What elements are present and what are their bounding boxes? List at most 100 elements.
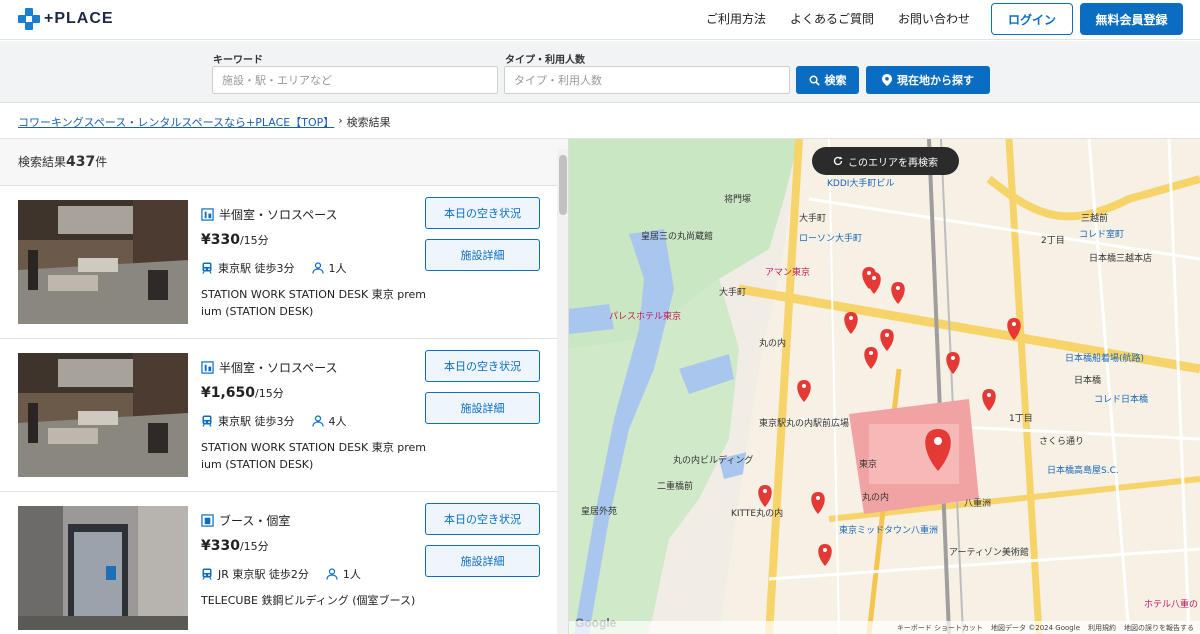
map-label: 大手町 [719, 288, 747, 298]
capacity: 1人 [311, 260, 347, 276]
result-count-suffix: 件 [95, 155, 108, 169]
nav-contact[interactable]: お問い合わせ [898, 10, 970, 27]
capacity-text: 1人 [342, 568, 361, 581]
price-amount: ¥330 [201, 538, 240, 554]
price-unit: /15分 [239, 234, 269, 247]
site-logo[interactable]: +PLACE [18, 8, 114, 30]
capacity-text: 1人 [328, 262, 347, 275]
booth-icon [201, 208, 214, 221]
refresh-icon [833, 156, 843, 166]
space-photo[interactable] [18, 506, 188, 630]
availability-button[interactable]: 本日の空き状況 [425, 350, 540, 382]
breadcrumb-separator: › [338, 114, 343, 127]
map-label: アーティゾン美術館 [949, 548, 1029, 558]
space-name[interactable]: STATION WORK STATION DESK 東京 premium (ST… [201, 439, 426, 473]
space-name[interactable]: STATION WORK STATION DESK 東京 premium (ST… [201, 286, 426, 320]
type-input[interactable]: タイプ・利用人数 [504, 66, 790, 94]
result-card[interactable]: 半個室・ソロスペース ¥1,650/15分 東京駅 徒歩3分 4人 STATIO… [0, 338, 557, 491]
site-header: +PLACE ご利用方法 よくあるご質問 お問い合わせ ログイン 無料会員登録 [0, 0, 1200, 40]
map-label: 三越前 [1081, 214, 1109, 224]
map-label: 東京駅丸の内駅前広場 [759, 419, 850, 429]
map-label: 丸の内 [862, 493, 890, 503]
price-unit: /15分 [239, 540, 269, 553]
space-type-label: 半個室・ソロスペース [219, 208, 338, 222]
search-button-label: 検索 [824, 74, 847, 87]
search-bar: キーワード 施設・駅・エリアなど タイプ・利用人数 タイプ・利用人数 検索 現在… [0, 41, 1200, 103]
price-amount: ¥1,650 [201, 385, 256, 401]
price: ¥1,650/15分 [201, 385, 284, 401]
detail-button[interactable]: 施設詳細 [425, 545, 540, 577]
result-card[interactable]: ブース・個室 ¥330/15分 JR 東京駅 徒歩2分 1人 TELECUBE … [0, 491, 557, 634]
access-info: 東京駅 徒歩3分 4人 [201, 413, 347, 429]
map-data-credit: 地図データ ©2024 Google [991, 623, 1080, 632]
result-card[interactable]: 半個室・ソロスペース ¥330/15分 東京駅 徒歩3分 1人 STATION … [0, 185, 557, 338]
keyword-input[interactable]: 施設・駅・エリアなど [212, 66, 498, 94]
results-scrollbar[interactable] [557, 149, 568, 634]
space-type: ブース・個室 [201, 512, 290, 529]
map-label: さくら通り [1039, 437, 1085, 447]
map-label: 東京ミッドタウン八重洲 [839, 526, 939, 536]
space-photo[interactable] [18, 353, 188, 477]
map[interactable]: このエリアを再検索 大手町 皇居三の丸尚蔵館 ローソン大手町 アマン東京 大手町… [569, 139, 1200, 634]
breadcrumb: コワーキングスペース・レンタルスペースなら+PLACE【TOP】 › 検索結果 [18, 114, 391, 130]
logo-text: +PLACE [44, 10, 114, 27]
map-label: 東京 [859, 460, 878, 470]
result-count: 検索結果437件 [18, 153, 107, 170]
nav-faq[interactable]: よくあるご質問 [790, 10, 874, 27]
person-icon [326, 568, 338, 580]
report-error-link[interactable]: 地図の誤りを報告する [1124, 623, 1194, 633]
keyboard-shortcuts-link[interactable]: キーボード ショートカット [897, 623, 983, 633]
person-icon [311, 415, 324, 427]
train-icon [202, 568, 212, 580]
price-amount: ¥330 [201, 232, 240, 248]
map-label: パレスホテル東京 [609, 312, 682, 322]
map-label: 丸の内ビルディング [673, 456, 754, 466]
booth-icon [201, 361, 214, 374]
map-label: 大手町 [799, 214, 827, 224]
map-label: ホテル八重の [1144, 600, 1199, 610]
map-label: 皇居三の丸尚蔵館 [641, 232, 714, 242]
map-pin-icon [882, 74, 892, 86]
map-label: 丸の内 [759, 339, 787, 349]
space-type-label: ブース・個室 [219, 514, 291, 528]
search-this-area-button[interactable]: このエリアを再検索 [812, 147, 959, 175]
space-type-label: 半個室・ソロスペース [219, 361, 338, 375]
map-label: 日本橋船着場(航路) [1065, 354, 1145, 364]
access-info: 東京駅 徒歩3分 1人 [201, 260, 347, 276]
terms-link[interactable]: 利用規約 [1088, 623, 1116, 633]
locate-button[interactable]: 現在地から探す [866, 66, 990, 94]
breadcrumb-home-link[interactable]: コワーキングスペース・レンタルスペースなら+PLACE【TOP】 [18, 114, 334, 130]
nav-how-to-use[interactable]: ご利用方法 [706, 10, 766, 27]
result-count-number: 437 [66, 154, 96, 170]
map-label: KDDI大手町ビル [827, 179, 895, 189]
price: ¥330/15分 [201, 232, 269, 248]
breadcrumb-current: 検索結果 [346, 116, 391, 129]
header-nav: ご利用方法 よくあるご質問 お問い合わせ [706, 10, 970, 27]
space-photo[interactable] [18, 200, 188, 324]
map-label: KITTE丸の内 [731, 509, 784, 519]
map-label: ローソン大手町 [799, 234, 863, 244]
map-label: 皇居外苑 [581, 507, 618, 517]
space-name[interactable]: TELECUBE 鉄鋼ビルディング (個室ブース) [201, 592, 426, 609]
availability-button[interactable]: 本日の空き状況 [425, 503, 540, 535]
access-text: 東京駅 徒歩3分 [218, 415, 295, 428]
detail-button[interactable]: 施設詳細 [425, 392, 540, 424]
train-icon [202, 415, 212, 427]
person-icon [311, 262, 324, 274]
detail-button[interactable]: 施設詳細 [425, 239, 540, 271]
availability-button[interactable]: 本日の空き状況 [425, 197, 540, 229]
map-label: 二重橋前 [657, 482, 694, 492]
login-button[interactable]: ログイン [991, 3, 1073, 35]
search-icon [809, 75, 820, 86]
scroll-thumb[interactable] [559, 155, 567, 215]
search-button[interactable]: 検索 [796, 66, 859, 94]
map-label: 2丁目 [1041, 236, 1065, 246]
register-button[interactable]: 無料会員登録 [1080, 3, 1183, 35]
map-label: コレド日本橋 [1094, 395, 1149, 405]
capacity: 4人 [311, 413, 347, 429]
type-label: タイプ・利用人数 [505, 55, 585, 66]
results-panel[interactable]: 検索結果437件 半個室・ソロスペース ¥330/15分 東京駅 徒歩3分 1人… [0, 139, 569, 634]
space-type: 半個室・ソロスペース [201, 206, 338, 223]
map-label: 1丁目 [1009, 414, 1033, 424]
logo-icon [18, 8, 40, 30]
